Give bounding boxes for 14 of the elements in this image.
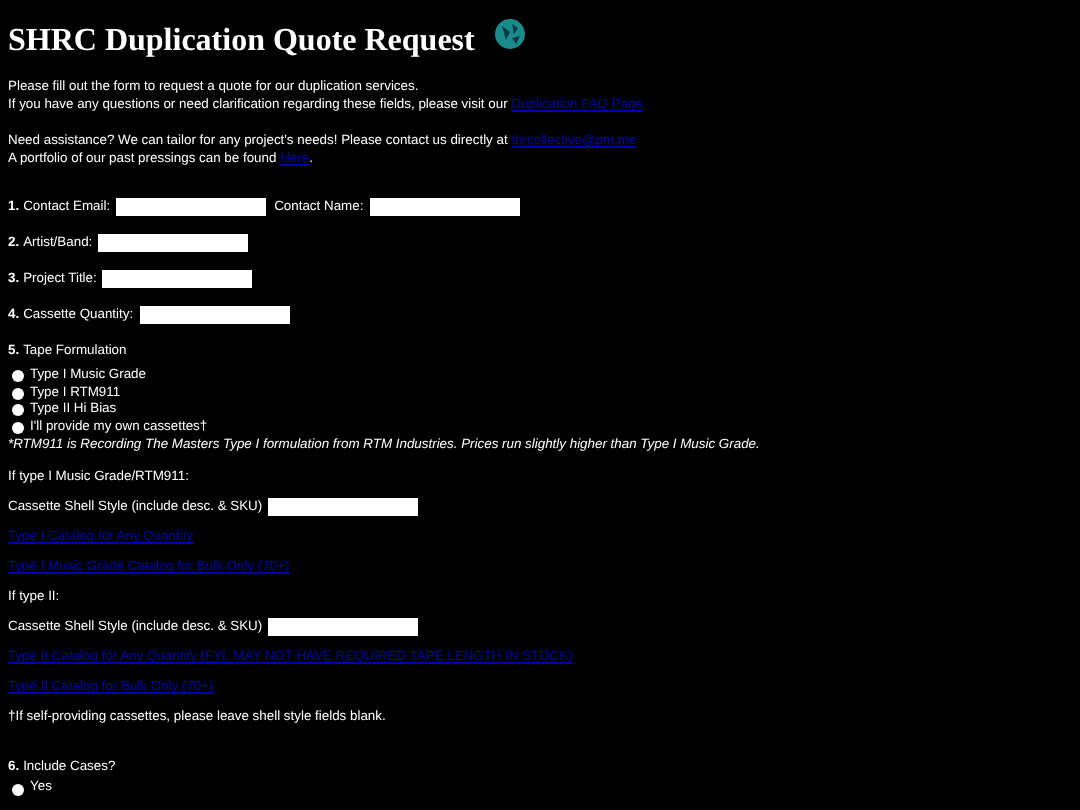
globe-icon (494, 18, 527, 50)
input-field[interactable] (116, 198, 267, 216)
input-field[interactable] (268, 618, 419, 637)
input-field[interactable] (102, 270, 253, 288)
radio-button[interactable] (12, 422, 24, 435)
radio-button[interactable] (12, 404, 24, 417)
input-field[interactable] (98, 234, 249, 252)
input-field[interactable] (139, 306, 290, 324)
radio-button[interactable] (12, 370, 24, 383)
page-title: SHRC Duplication Quote Request (8, 24, 475, 60)
input-field[interactable] (369, 198, 520, 216)
input-field[interactable] (268, 498, 419, 517)
radio-button[interactable] (12, 783, 24, 796)
radio-button[interactable] (12, 387, 24, 400)
